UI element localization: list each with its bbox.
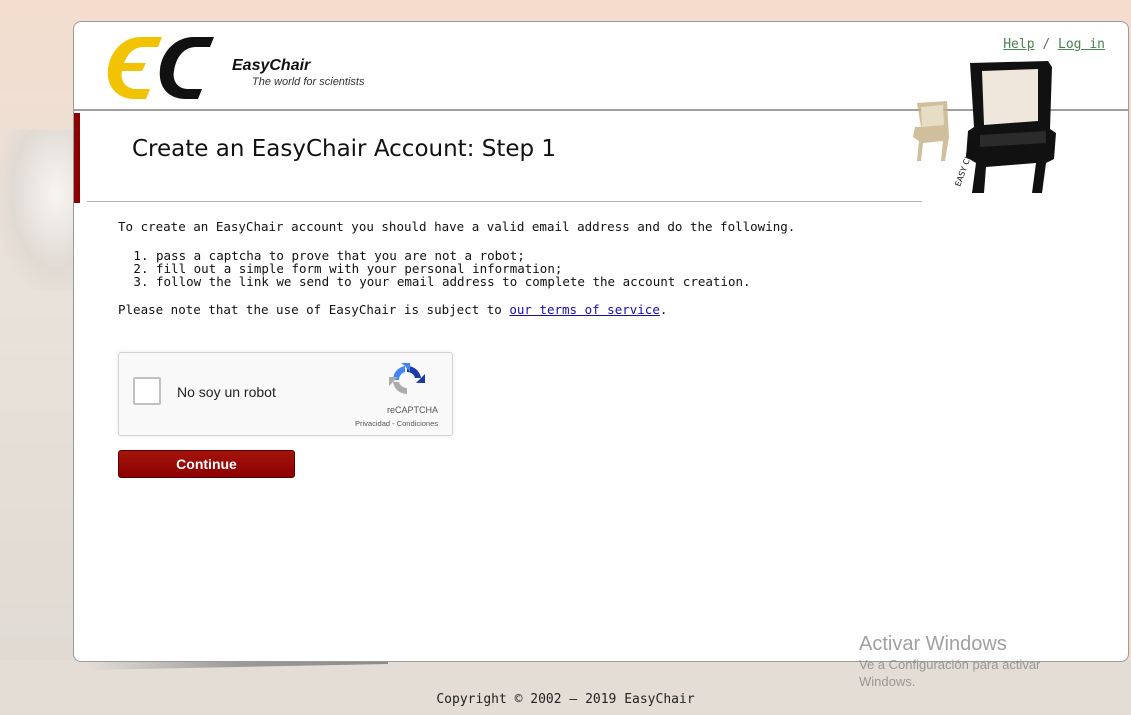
page-title: Create an EasyChair Account: Step 1	[132, 136, 557, 162]
background-drape	[0, 130, 80, 290]
terms-note: Please note that the use of EasyChair is…	[118, 302, 1018, 318]
recaptcha-brand: reCAPTCHA	[386, 405, 438, 415]
top-links: Help / Log in	[1003, 37, 1105, 52]
terms-note-prefix: Please note that the use of EasyChair is…	[118, 302, 510, 317]
recaptcha-terms-link[interactable]: Condiciones	[397, 419, 438, 428]
windows-activation-watermark: Activar Windows Ve a Configuración para …	[859, 632, 1040, 690]
terms-of-service-link[interactable]: our terms of service	[509, 302, 660, 317]
recaptcha-links-separator: -	[390, 419, 397, 428]
instructions: To create an EasyChair account you shoul…	[118, 219, 1018, 318]
ec-logo-icon	[107, 37, 214, 99]
main-card: EasyChair The world for scientists Help …	[73, 21, 1129, 662]
recaptcha-label: No soy un robot	[177, 384, 276, 400]
chair-illustration: EASY CHAIR	[953, 61, 1056, 193]
footer-copyright: Copyright © 2002 – 2019 EasyChair	[436, 692, 695, 707]
links-separator: /	[1042, 37, 1051, 52]
recaptcha-links: Privacidad - Condiciones	[355, 419, 438, 428]
logo-text: EasyChair The world for scientists	[232, 57, 364, 89]
logo-name: EasyChair	[232, 57, 311, 74]
step-item: follow the link we send to your email ad…	[156, 275, 1018, 288]
continue-button[interactable]: Continue	[118, 450, 295, 478]
recaptcha-privacy-link[interactable]: Privacidad	[355, 419, 390, 428]
intro-text: To create an EasyChair account you shoul…	[118, 219, 796, 234]
recaptcha-logo-icon	[389, 363, 425, 395]
help-link[interactable]: Help	[1003, 37, 1034, 52]
small-chair-illustration	[913, 101, 949, 161]
background-left-panel	[0, 0, 80, 715]
watermark-title: Activar Windows	[859, 633, 1007, 655]
watermark-subtitle: Ve a Configuración para activar	[859, 657, 1041, 672]
recaptcha-widget: No soy un robot reCAPTCHA Privacidad - C…	[118, 352, 453, 436]
login-link[interactable]: Log in	[1058, 37, 1105, 52]
watermark-subtitle-2: Windows.	[859, 674, 916, 689]
recaptcha-checkbox[interactable]	[133, 377, 161, 405]
steps-list: pass a captcha to prove that you are not…	[118, 249, 1018, 288]
title-accent-bar	[74, 113, 80, 203]
terms-note-suffix: .	[659, 302, 668, 317]
title-divider	[87, 201, 922, 202]
logo-tagline: The world for scientists	[252, 76, 365, 88]
easychair-logo[interactable]: EasyChair The world for scientists	[102, 33, 442, 103]
